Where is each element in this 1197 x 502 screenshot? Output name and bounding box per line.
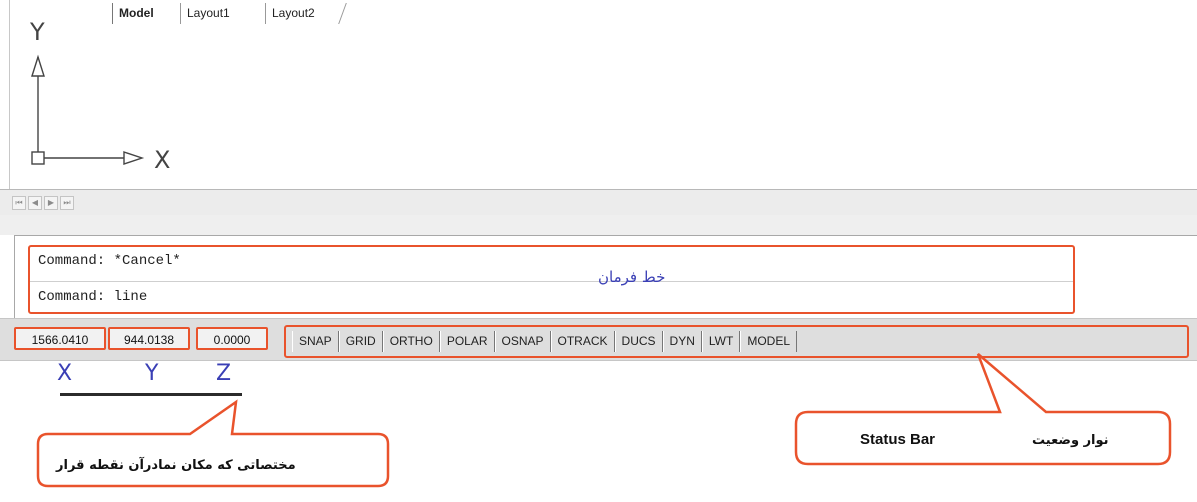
last-tab-icon[interactable]: ⏭ [60,196,74,210]
status-bar-highlight [284,325,1189,358]
tab-model[interactable]: Model [112,3,160,24]
coordinates-callout-text: مختصاتی که مکان نمادرآن نقطه قرار [56,458,296,473]
axis-underline [60,393,242,396]
command-line-header [0,215,1197,235]
axis-label-x: X [57,361,73,386]
previous-tab-icon[interactable]: ◀ [28,196,42,210]
command-line-annotation: خط فرمان [598,268,666,286]
first-tab-icon[interactable]: ⏮ [12,196,26,210]
coordinate-y-readout[interactable]: 944.0138 [108,327,190,350]
drawing-area[interactable]: Y X [0,0,1197,190]
axis-label-y: Y [145,361,159,386]
ucs-x-arrowhead [123,151,145,165]
next-tab-icon[interactable]: ▶ [44,196,58,210]
command-line-highlight [28,245,1075,314]
ucs-x-label: X [154,146,170,174]
ucs-y-arrowhead [31,54,45,77]
status-bar-callout-english: Status Bar [860,431,936,448]
coordinate-z-readout[interactable]: 0.0000 [196,327,268,350]
tab-layout1[interactable]: Layout1 [180,3,236,24]
ucs-origin-box [31,151,45,165]
tab-navigation: ⏮ ◀ ▶ ⏭ [12,196,74,210]
axis-label-z: Z [216,361,232,386]
layout-tab-bar: ⏮ ◀ ▶ ⏭ [0,189,1197,216]
drawing-area-border [9,0,10,190]
tab-layout2[interactable]: Layout2 [265,3,321,24]
autocad-annotated-screenshot: Y X ⏮ ◀ ▶ ⏭ Model Layout1 Layout2 Comman… [0,0,1197,502]
coordinate-x-readout[interactable]: 1566.0410 [14,327,106,350]
status-bar-callout-persian: نوار وضعیت [1032,433,1109,448]
status-bar-callout-bubble [794,353,1172,466]
ucs-y-label: Y [29,18,45,46]
coordinates-callout-bubble [36,399,390,488]
ucs-icon: Y X [29,18,170,174]
